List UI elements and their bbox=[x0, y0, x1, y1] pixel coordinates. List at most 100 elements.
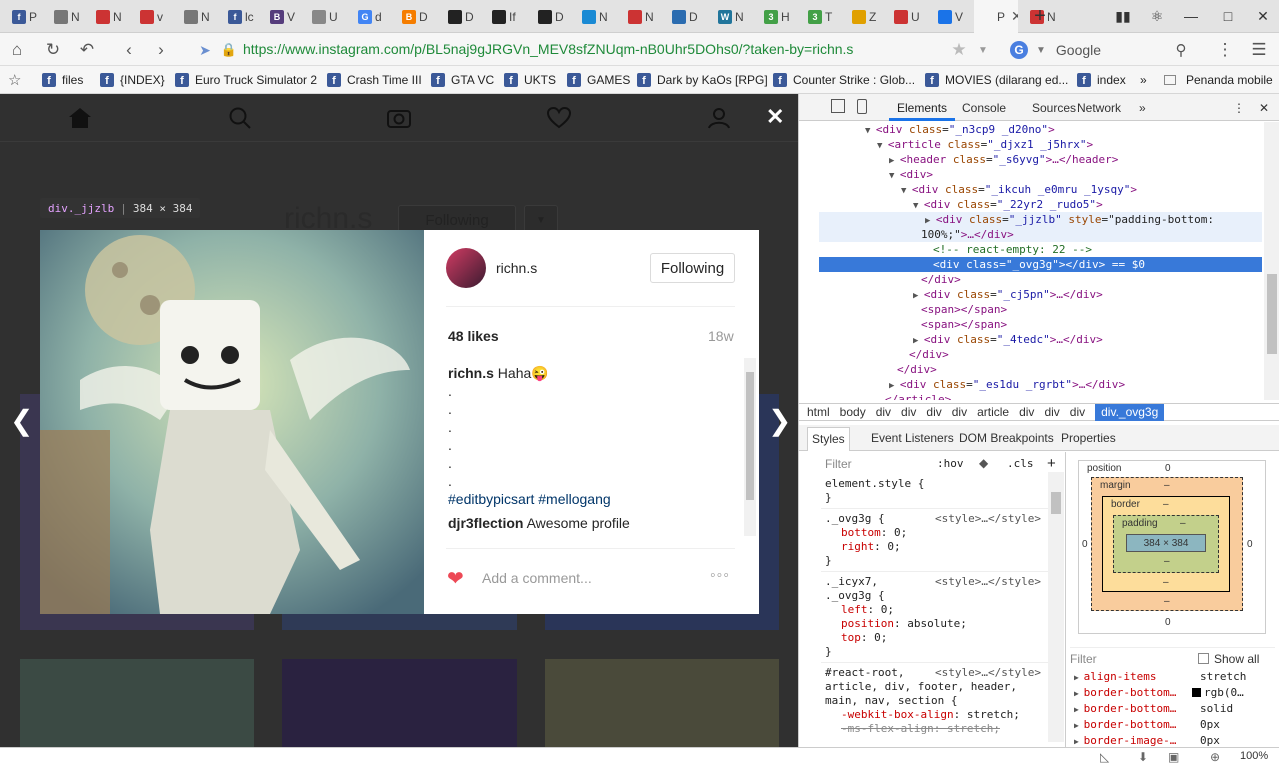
caption-username[interactable]: richn.s bbox=[448, 365, 494, 381]
dom-node-line[interactable]: </article> bbox=[885, 392, 951, 400]
maximize-button[interactable]: □ bbox=[1218, 6, 1238, 26]
following-button[interactable]: Following bbox=[650, 253, 735, 283]
computed-expand-icon[interactable]: ▶ bbox=[1074, 673, 1084, 682]
computed-property-row[interactable]: ▶ border-bottom… 0px bbox=[1074, 718, 1220, 731]
url-text[interactable]: https://www.instagram.com/p/BL5naj9gJRGV… bbox=[243, 41, 853, 57]
style-property-line[interactable]: -webkit-box-align: stretch; bbox=[841, 708, 1020, 722]
color-swatch[interactable] bbox=[1192, 688, 1201, 697]
browser-tab[interactable]: 3T bbox=[802, 0, 844, 33]
likes-count[interactable]: 48 likes bbox=[448, 328, 499, 344]
bookmark-item[interactable]: f MOVIES (dilarang ed... bbox=[925, 71, 1068, 89]
devtools-menu-icon[interactable]: ⋮ bbox=[1233, 101, 1245, 115]
breadcrumb-item[interactable]: div bbox=[901, 405, 916, 419]
computed-filter-input[interactable]: Filter bbox=[1070, 652, 1097, 666]
modal-close-icon[interactable]: ✕ bbox=[766, 104, 784, 130]
browser-tab[interactable]: f lc bbox=[222, 0, 262, 33]
styles-scrollbar-thumb[interactable] bbox=[1051, 492, 1061, 514]
rocket-icon[interactable]: ➤ bbox=[194, 39, 216, 61]
computed-expand-icon[interactable]: ▶ bbox=[1074, 721, 1084, 730]
style-property-line[interactable]: top: 0; bbox=[841, 631, 887, 645]
screen-icon[interactable]: ▣ bbox=[1168, 750, 1179, 764]
devtools-tab-console[interactable]: Console bbox=[962, 101, 1006, 115]
style-selector-line[interactable]: } bbox=[825, 554, 832, 568]
dom-node-line[interactable]: <div class="_ovg3g"></div> == $0 bbox=[933, 257, 1145, 272]
devtools-tab-network[interactable]: Network bbox=[1077, 101, 1121, 115]
breadcrumb-item[interactable]: body bbox=[840, 405, 866, 419]
dom-expand-arrow-icon[interactable]: ▼ bbox=[889, 171, 900, 181]
dom-node-line[interactable]: <!-- react-empty: 22 --> bbox=[933, 242, 1092, 257]
dom-node-line[interactable]: ▼ <div class="_22yr2 _rudo5"> bbox=[913, 197, 1103, 212]
comments-scrollbar-thumb[interactable] bbox=[746, 372, 754, 500]
camera-icon[interactable] bbox=[387, 106, 411, 130]
tab-close-icon[interactable]: ✕ bbox=[1011, 8, 1018, 25]
breadcrumb-item[interactable]: div._ovg3g bbox=[1095, 403, 1165, 421]
zoom-level[interactable]: 100% bbox=[1240, 750, 1268, 762]
hashtags[interactable]: #editbypicsart #mellogang bbox=[448, 490, 744, 508]
device-toolbar-icon[interactable] bbox=[857, 99, 867, 114]
dom-expand-arrow-icon[interactable]: ▶ bbox=[925, 216, 936, 226]
dom-node-line[interactable]: ▶ <div class="_es1du _rgrbt">…</div> bbox=[889, 377, 1125, 392]
bookmark-item[interactable]: f index bbox=[1077, 71, 1126, 89]
post-username[interactable]: richn.s bbox=[496, 260, 537, 276]
download-icon[interactable]: ⬇ bbox=[1138, 750, 1148, 764]
browser-tab[interactable]: V bbox=[932, 0, 972, 33]
computed-property-row[interactable]: ▶ border-bottom… solid bbox=[1074, 702, 1233, 715]
dom-expand-arrow-icon[interactable]: ▼ bbox=[913, 201, 924, 211]
tab-list-icon[interactable]: ▮▮ bbox=[1113, 6, 1133, 26]
browser-tab[interactable]: N bbox=[576, 0, 620, 33]
previous-post-arrow-icon[interactable]: ❮ bbox=[10, 404, 33, 437]
browser-tab[interactable]: WN bbox=[712, 0, 756, 33]
style-selector-line[interactable]: ._ovg3g { bbox=[825, 589, 885, 603]
bookmark-item[interactable]: f files bbox=[42, 71, 83, 89]
subtab-dom-breakpoints[interactable]: DOM Breakpoints bbox=[959, 431, 1054, 445]
styles-filter-input[interactable]: Filter bbox=[825, 457, 852, 471]
heart-icon[interactable] bbox=[547, 106, 571, 130]
search-icon[interactable] bbox=[228, 106, 252, 130]
dom-scrollbar-thumb[interactable] bbox=[1267, 274, 1277, 354]
avatar[interactable] bbox=[446, 248, 486, 288]
dom-node-line[interactable]: ▶ <div class="_jjzlb" style="padding-bot… bbox=[925, 212, 1214, 227]
computed-expand-icon[interactable]: ▶ bbox=[1074, 737, 1084, 746]
comment-username[interactable]: djr3flection bbox=[448, 515, 523, 531]
search-engine-chevron-icon[interactable]: ▼ bbox=[1036, 45, 1046, 56]
show-all-checkbox[interactable] bbox=[1198, 653, 1209, 664]
breadcrumb-item[interactable]: div bbox=[876, 405, 891, 419]
subtab-event-listeners[interactable]: Event Listeners bbox=[871, 431, 954, 445]
dom-expand-arrow-icon[interactable]: ▶ bbox=[889, 156, 900, 166]
dom-node-line[interactable]: <span></span> bbox=[921, 302, 1007, 317]
style-property-line[interactable]: left: 0; bbox=[841, 603, 894, 617]
computed-property-row[interactable]: ▶ border-image-… 0px bbox=[1074, 734, 1220, 747]
dom-expand-arrow-icon[interactable]: ▼ bbox=[865, 126, 876, 136]
browser-tab[interactable]: D bbox=[666, 0, 710, 33]
search-icon[interactable]: ⚲ bbox=[1170, 39, 1192, 61]
cls-toggle[interactable]: .cls bbox=[1007, 457, 1034, 470]
style-property-line[interactable]: bottom: 0; bbox=[841, 526, 907, 540]
dom-node-line[interactable]: ▶ <div class="_cj5pn">…</div> bbox=[913, 287, 1103, 302]
computed-expand-icon[interactable]: ▶ bbox=[1074, 689, 1084, 698]
subtab-styles[interactable]: Styles bbox=[807, 427, 850, 451]
style-selector-line[interactable]: ._ovg3g {<style>…</style> bbox=[825, 512, 1041, 526]
dom-node-line[interactable]: ▶ <header class="_s6yvg">…</header> bbox=[889, 152, 1118, 167]
bookmark-item[interactable]: f Dark by KaOs [RPG] bbox=[637, 71, 768, 89]
browser-tab[interactable]: D bbox=[442, 0, 484, 33]
zoom-icon[interactable]: ⊕ bbox=[1210, 750, 1220, 764]
style-selector-line[interactable]: element.style { bbox=[825, 477, 924, 491]
search-engine-icon[interactable]: G bbox=[1010, 41, 1028, 59]
add-comment-input[interactable]: Add a comment... bbox=[482, 570, 592, 586]
browser-tab[interactable]: N bbox=[48, 0, 88, 33]
dom-node-line[interactable]: ▼ <article class="_djxz1 _j5hrx"> bbox=[877, 137, 1093, 152]
forward-icon[interactable]: › bbox=[150, 39, 172, 61]
home-icon[interactable]: ⌂ bbox=[6, 39, 28, 61]
style-selector-line[interactable]: main, nav, section { bbox=[825, 694, 957, 708]
browser-tab[interactable]: BD bbox=[396, 0, 440, 33]
hamburger-menu-icon[interactable]: ☰ bbox=[1248, 39, 1270, 61]
bookmark-item[interactable]: f Crash Time III bbox=[327, 71, 422, 89]
bookmark-item[interactable]: f Euro Truck Simulator 2 bbox=[175, 71, 317, 89]
dom-expand-arrow-icon[interactable]: ▼ bbox=[901, 186, 912, 196]
dom-node-line[interactable]: ▼ <div class="_n3cp9 _d20no"> bbox=[865, 122, 1055, 137]
url-dropdown-icon[interactable]: ▼ bbox=[972, 39, 994, 61]
breadcrumb-item[interactable]: div bbox=[952, 405, 967, 419]
breadcrumb-item[interactable]: div bbox=[926, 405, 941, 419]
color-format-icon[interactable]: ◆ bbox=[979, 456, 988, 470]
browser-tab[interactable]: If bbox=[486, 0, 530, 33]
